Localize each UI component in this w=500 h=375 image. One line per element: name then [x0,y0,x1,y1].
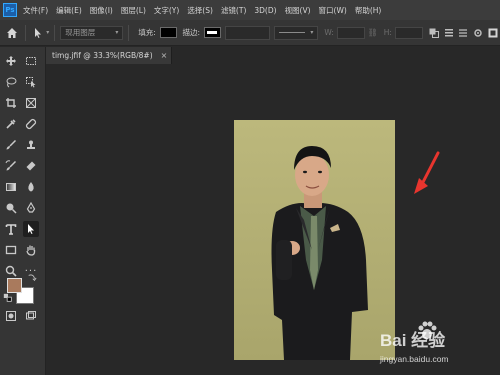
settings-gear-icon[interactable] [471,25,486,41]
options-divider [128,24,130,41]
menu-type[interactable]: 文字(Y) [154,5,179,16]
menu-layer[interactable]: 图层(L) [121,5,146,16]
type-icon[interactable] [3,221,19,237]
menu-file[interactable]: 文件(F) [23,5,48,16]
link-icon[interactable]: ⛓ [368,28,378,37]
frame-icon[interactable] [23,95,39,111]
fill-label: 填充: [138,28,156,37]
menu-help[interactable]: 帮助(H) [355,5,382,16]
tools-panel: ··· [0,47,46,375]
screen-mode-icon[interactable] [23,308,39,324]
eyedropper-icon[interactable] [3,116,19,132]
home-icon[interactable] [5,25,20,41]
marquee-icon[interactable] [23,53,39,69]
chevron-down-icon: ▾ [115,29,119,36]
blur-icon[interactable] [23,179,39,195]
stroke-width-dropdown[interactable] [224,25,270,40]
menu-edit[interactable]: 编辑(E) [56,5,82,16]
rectangle-icon[interactable] [3,242,19,258]
options-bar: ▾ 现用图层 ▾ 填充: 描边: ▾ W: ⛓ H: [0,20,500,46]
document-canvas[interactable] [234,120,395,360]
chevron-down-icon[interactable]: ▾ [46,29,49,36]
close-icon[interactable]: × [161,51,168,60]
select-mode-dropdown[interactable]: 现用图层 ▾ [60,25,124,40]
document-tab-bar: timg.jfif @ 33.3%(RGB/8#) × [46,47,500,64]
document-tab-title: timg.jfif @ 33.3%(RGB/8#) [52,51,153,60]
width-label: W: [324,28,334,37]
height-label: H: [383,28,392,37]
options-divider [24,24,26,41]
height-field[interactable] [394,26,423,39]
fill-swatch[interactable] [159,27,177,38]
path-arrangement-icon[interactable] [456,25,471,41]
path-alignment-icon[interactable] [441,25,456,41]
menu-view[interactable]: 视图(V) [285,5,311,16]
lasso-icon[interactable] [3,74,19,90]
chevron-down-icon: ▾ [310,29,314,36]
swap-colors-icon[interactable] [27,272,37,282]
default-colors-icon[interactable] [3,293,13,303]
path-selection-icon[interactable] [31,25,46,41]
path-operations-icon[interactable] [427,25,442,41]
stroke-swatch[interactable] [204,27,221,38]
brush-icon[interactable] [3,137,19,153]
watermark-url: jingyan.baidu.com [380,354,449,364]
tab-document[interactable]: timg.jfif @ 33.3%(RGB/8#) × [46,47,172,64]
menu-window[interactable]: 窗口(W) [319,5,347,16]
menu-bar: Ps 文件(F) 编辑(E) 图像(I) 图层(L) 文字(Y) 选择(S) 滤… [0,0,500,20]
healing-icon[interactable] [23,116,39,132]
watermark-brand: Bai 经验 [380,331,446,350]
watermark: Bai 经验 jingyan.baidu.com [380,318,498,374]
dodge-icon[interactable] [3,200,19,216]
pen-icon[interactable] [23,200,39,216]
eraser-icon[interactable] [23,158,39,174]
path-select-icon[interactable] [23,221,39,237]
select-mode-value: 现用图层 [65,28,96,37]
hand-icon[interactable] [23,242,39,258]
stroke-line-preview [278,32,305,33]
stroke-label: 描边: [182,28,201,37]
object-select-icon[interactable] [23,74,39,90]
quick-mask-icon[interactable] [3,308,19,324]
crop-icon[interactable] [3,95,19,111]
gradient-icon[interactable] [3,179,19,195]
portrait-photo [234,120,395,360]
annotation-arrow-icon [414,151,440,194]
history-brush-icon[interactable] [3,158,19,174]
width-field[interactable] [336,26,365,39]
move-icon[interactable] [3,53,19,69]
stroke-type-dropdown[interactable]: ▾ [273,25,319,40]
menu-3d[interactable]: 3D(D) [254,6,276,15]
menu-filter[interactable]: 滤镜(T) [221,5,246,16]
photoshop-logo: Ps [3,3,17,17]
options-divider [54,24,56,41]
stamp-icon[interactable] [23,137,39,153]
menu-select[interactable]: 选择(S) [187,5,213,16]
align-edges-checkbox[interactable] [485,25,500,41]
menu-image[interactable]: 图像(I) [90,5,113,16]
foreground-color-swatch[interactable] [7,278,22,293]
zoom-icon[interactable] [3,263,19,279]
